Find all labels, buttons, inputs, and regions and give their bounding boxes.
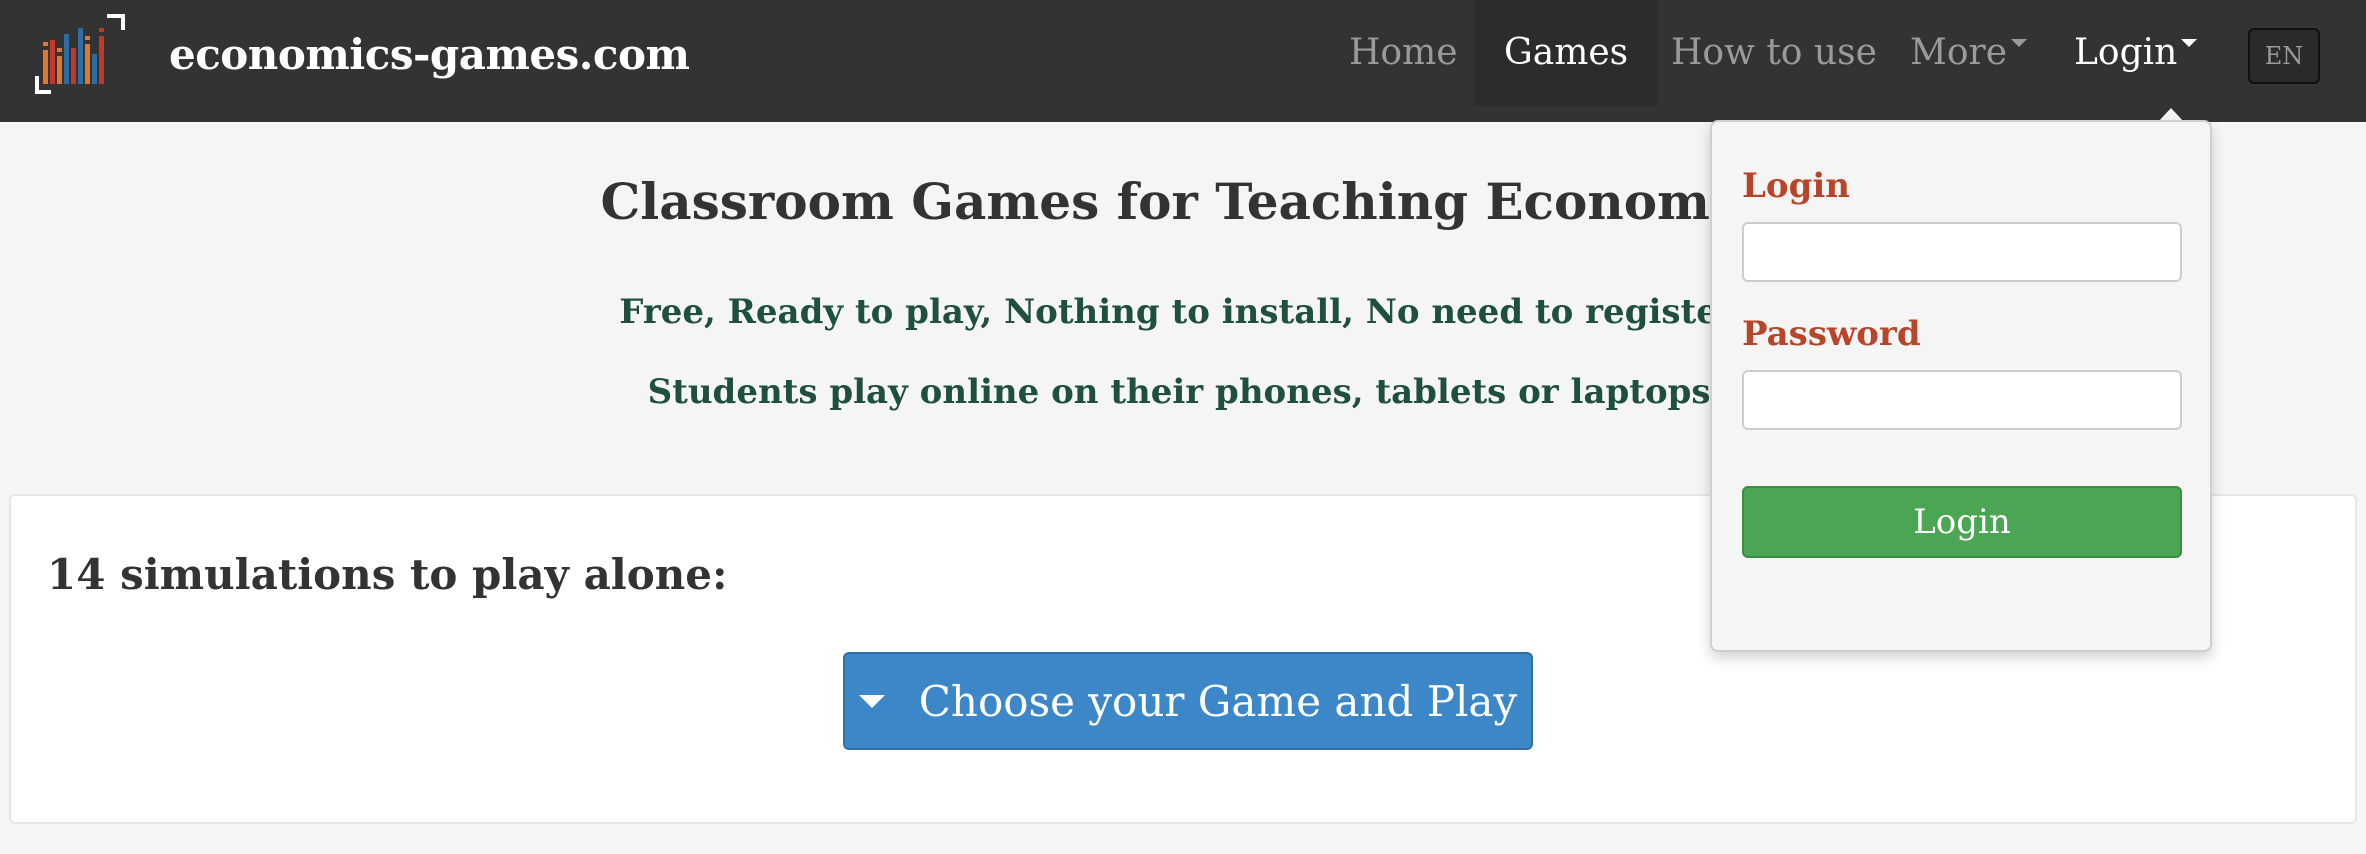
login-field-label: Login: [1742, 166, 1850, 206]
nav-login-label: Login: [2074, 32, 2178, 73]
nav-more-dropdown[interactable]: More: [1910, 0, 2028, 106]
bar-chart-logo-icon: [35, 14, 125, 94]
caret-down-icon: [2181, 39, 2198, 47]
nav-how-to-use-link[interactable]: How to use: [1671, 0, 1877, 106]
nav-games-link[interactable]: Games: [1474, 0, 1659, 106]
brand-name: economics-games.com: [169, 29, 690, 79]
choose-game-button[interactable]: Choose your Game and Play: [843, 652, 1533, 750]
caret-down-icon: [858, 694, 885, 708]
login-input[interactable]: [1742, 222, 2182, 282]
nav-more-label: More: [1910, 32, 2008, 73]
top-navbar: economics-games.com Home Games How to us…: [0, 0, 2366, 122]
brand-link[interactable]: economics-games.com: [35, 14, 690, 94]
nav-home-link[interactable]: Home: [1349, 0, 1458, 106]
simulations-heading: 14 simulations to play alone:: [47, 550, 728, 599]
language-button[interactable]: EN: [2248, 28, 2320, 84]
password-field-label: Password: [1742, 314, 1921, 354]
caret-down-icon: [2011, 39, 2028, 47]
nav-login-dropdown[interactable]: Login: [2074, 0, 2198, 106]
password-input[interactable]: [1742, 370, 2182, 430]
choose-game-label: Choose your Game and Play: [918, 676, 1518, 726]
login-submit-button[interactable]: Login: [1742, 486, 2182, 558]
login-dropdown-menu: Login Password Login: [1710, 120, 2212, 652]
